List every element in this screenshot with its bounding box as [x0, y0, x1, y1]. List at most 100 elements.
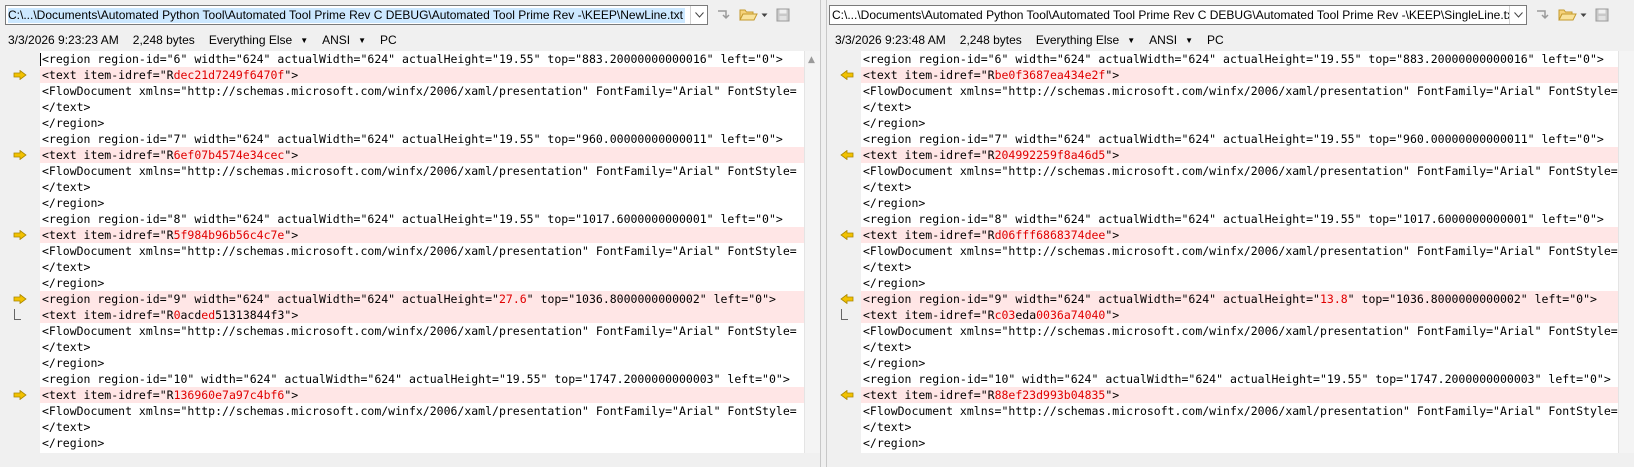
code-line[interactable]: </region> — [861, 195, 1618, 211]
code-line[interactable]: </text> — [861, 339, 1618, 355]
left-file-path[interactable]: C:\...\Documents\Automated Python Tool\A… — [8, 8, 685, 23]
swap-icon[interactable] — [712, 5, 734, 25]
text-segment: <FlowDocument xmlns="http://schemas.micr… — [42, 324, 797, 338]
code-line[interactable]: <text item-idref="Rdec21d7249f6470f"> — [40, 67, 804, 83]
pane-splitter[interactable] — [820, 0, 827, 467]
code-line[interactable]: </region> — [861, 115, 1618, 131]
text-segment: <FlowDocument xmlns="http://schemas.micr… — [42, 164, 797, 178]
code-line[interactable]: <text item-idref="R5f984b96b56c4c7e"> — [40, 227, 804, 243]
arrow-right-icon[interactable] — [12, 227, 28, 243]
arrow-right-icon[interactable] — [12, 387, 28, 403]
code-line[interactable]: </text> — [40, 339, 804, 355]
code-line[interactable]: <region region-id="7" width="624" actual… — [861, 131, 1618, 147]
code-line[interactable]: <text item-idref="Rc03eda0036a74040"> — [861, 307, 1618, 323]
text-segment: </text> — [42, 260, 91, 274]
left-diff-gutter — [0, 51, 34, 453]
right-path-bar: C:\...\Documents\Automated Python Tool\A… — [829, 4, 1613, 26]
arrow-left-icon[interactable] — [839, 67, 855, 83]
code-line[interactable]: <region region-id="6" width="624" actual… — [861, 51, 1618, 67]
right-format-dropdown[interactable]: Everything Else ▼ — [1036, 33, 1135, 47]
code-line[interactable]: <text item-idref="Rbe0f3687ea434e2f"> — [861, 67, 1618, 83]
code-line[interactable]: </text> — [40, 99, 804, 115]
code-line[interactable]: <FlowDocument xmlns="http://schemas.micr… — [861, 83, 1618, 99]
left-path-bar: C:\...\Documents\Automated Python Tool\A… — [5, 4, 794, 26]
save-icon[interactable] — [1591, 5, 1613, 25]
chevron-down-icon[interactable] — [1579, 5, 1587, 25]
left-format-dropdown[interactable]: Everything Else ▼ — [209, 33, 308, 47]
code-line[interactable]: <FlowDocument xmlns="http://schemas.micr… — [861, 403, 1618, 419]
code-line[interactable]: </text> — [861, 99, 1618, 115]
code-line[interactable]: <text item-idref="R0acded51313844f3"> — [40, 307, 804, 323]
right-vertical-scrollbar[interactable]: ▲ — [1618, 51, 1634, 453]
arrow-left-icon[interactable] — [839, 387, 855, 403]
code-line[interactable]: <region region-id="10" width="624" actua… — [40, 371, 804, 387]
right-file-path-combo[interactable]: C:\...\Documents\Automated Python Tool\A… — [829, 5, 1527, 25]
folder-open-icon[interactable] — [738, 5, 760, 25]
text-segment: <FlowDocument xmlns="http://schemas.micr… — [42, 84, 797, 98]
code-line[interactable]: <text item-idref="Rd06fff6868374dee"> — [861, 227, 1618, 243]
left-file-info-bar: 3/3/2026 9:23:23 AM 2,248 bytes Everythi… — [8, 30, 411, 50]
arrow-left-icon[interactable] — [839, 291, 855, 307]
right-line-ending[interactable]: PC — [1207, 33, 1224, 47]
chevron-down-icon[interactable] — [760, 5, 768, 25]
code-line[interactable]: </region> — [40, 435, 804, 451]
code-line[interactable]: </region> — [861, 435, 1618, 451]
code-line[interactable]: </region> — [40, 195, 804, 211]
arrow-left-icon[interactable] — [839, 147, 855, 163]
left-line-ending[interactable]: PC — [380, 33, 397, 47]
code-line[interactable]: </text> — [40, 179, 804, 195]
arrow-right-icon[interactable] — [12, 67, 28, 83]
arrow-right-icon[interactable] — [12, 291, 28, 307]
diff-text-segment: be0f3687ea434e2f — [994, 68, 1106, 82]
scroll-up-icon[interactable]: ▲ — [808, 55, 815, 65]
folder-open-icon[interactable] — [1557, 5, 1579, 25]
right-format-value: Everything Else — [1035, 33, 1120, 47]
chevron-down-icon[interactable] — [690, 6, 707, 24]
save-icon[interactable] — [772, 5, 794, 25]
code-line[interactable]: <region region-id="6" width="624" actual… — [40, 51, 804, 67]
code-line[interactable]: <text item-idref="R136960e7a97c4bf6"> — [40, 387, 804, 403]
code-line[interactable]: <text item-idref="R88ef23d993b04835"> — [861, 387, 1618, 403]
code-line[interactable]: <FlowDocument xmlns="http://schemas.micr… — [40, 403, 804, 419]
code-line[interactable]: <text item-idref="R204992259f8a46d5"> — [861, 147, 1618, 163]
code-line[interactable]: <region region-id="8" width="624" actual… — [40, 211, 804, 227]
code-line[interactable]: <FlowDocument xmlns="http://schemas.micr… — [40, 243, 804, 259]
right-file-path[interactable]: C:\...\Documents\Automated Python Tool\A… — [832, 8, 1512, 23]
code-line[interactable]: <FlowDocument xmlns="http://schemas.micr… — [40, 323, 804, 339]
code-line[interactable]: <region region-id="9" width="624" actual… — [40, 291, 804, 307]
code-line[interactable]: <region region-id="8" width="624" actual… — [861, 211, 1618, 227]
code-line[interactable]: </text> — [861, 419, 1618, 435]
left-file-path-combo[interactable]: C:\...\Documents\Automated Python Tool\A… — [5, 5, 708, 25]
swap-icon[interactable] — [1531, 5, 1553, 25]
code-line[interactable]: <region region-id="9" width="624" actual… — [861, 291, 1618, 307]
code-line[interactable]: </region> — [861, 355, 1618, 371]
code-line[interactable]: <FlowDocument xmlns="http://schemas.micr… — [861, 323, 1618, 339]
code-line[interactable]: </text> — [861, 179, 1618, 195]
left-horizontal-scrollbar[interactable] — [40, 453, 820, 467]
code-line[interactable]: </region> — [40, 355, 804, 371]
right-text-editor[interactable]: <region region-id="6" width="624" actual… — [861, 51, 1618, 453]
code-line[interactable]: <text item-idref="R6ef07b4574e34cec"> — [40, 147, 804, 163]
code-line[interactable]: <region region-id="10" width="624" actua… — [861, 371, 1618, 387]
code-line[interactable]: </text> — [861, 259, 1618, 275]
arrow-left-icon[interactable] — [839, 227, 855, 243]
text-segment: </region> — [42, 116, 105, 130]
code-line[interactable]: </text> — [40, 419, 804, 435]
text-segment: "> — [284, 148, 299, 162]
left-encoding-dropdown[interactable]: ANSI ▼ — [322, 33, 366, 47]
code-line[interactable]: <FlowDocument xmlns="http://schemas.micr… — [40, 163, 804, 179]
right-encoding-dropdown[interactable]: ANSI ▼ — [1149, 33, 1193, 47]
chevron-down-icon[interactable] — [1509, 6, 1526, 24]
left-text-editor[interactable]: <region region-id="6" width="624" actual… — [40, 51, 804, 453]
right-horizontal-scrollbar[interactable] — [861, 453, 1634, 467]
code-line[interactable]: </text> — [40, 259, 804, 275]
code-line[interactable]: </region> — [40, 115, 804, 131]
code-line[interactable]: </region> — [861, 275, 1618, 291]
code-line[interactable]: </region> — [40, 275, 804, 291]
code-line[interactable]: <region region-id="7" width="624" actual… — [40, 131, 804, 147]
left-vertical-scrollbar[interactable]: ▲ — [804, 51, 820, 453]
code-line[interactable]: <FlowDocument xmlns="http://schemas.micr… — [40, 83, 804, 99]
code-line[interactable]: <FlowDocument xmlns="http://schemas.micr… — [861, 163, 1618, 179]
arrow-right-icon[interactable] — [12, 147, 28, 163]
code-line[interactable]: <FlowDocument xmlns="http://schemas.micr… — [861, 243, 1618, 259]
